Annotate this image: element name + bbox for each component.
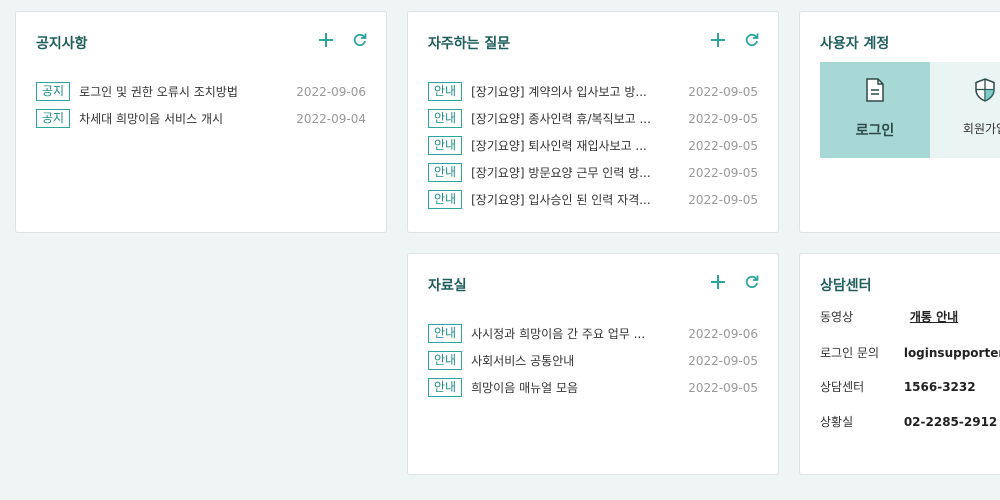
video-row: 동영상 개통 안내	[820, 308, 958, 325]
support-title: 상담센터	[820, 278, 872, 294]
notice-add-button[interactable]	[316, 30, 336, 50]
login-inquiry-row: 로그인 문의 loginsupporter@	[820, 344, 1000, 361]
faq-card: 자주하는 질문 안내 [장기요양] 계약의사 입사보고 방... 2022-09…	[407, 11, 779, 233]
account-tiles: 로그인 회원가입	[820, 62, 1000, 158]
list-item-title[interactable]: 사회서비스 공통안내	[471, 352, 674, 369]
shield-icon	[975, 78, 995, 102]
library-title: 자료실	[428, 278, 467, 294]
list-item[interactable]: 공지 차세대 희망이음 서비스 개시 2022-09-04	[36, 105, 366, 132]
list-item-title[interactable]: [장기요양] 종사인력 휴/복직보고 ...	[471, 110, 674, 127]
faq-list: 안내 [장기요양] 계약의사 입사보고 방... 2022-09-05 안내 […	[428, 78, 758, 213]
list-item-date: 2022-09-05	[688, 138, 758, 153]
login-inquiry-label: 로그인 문의	[820, 346, 880, 360]
list-item[interactable]: 안내 희망이음 매뉴얼 모음 2022-09-05	[428, 374, 758, 401]
list-item-title[interactable]: 희망이음 매뉴얼 모음	[471, 379, 674, 396]
list-item-date: 2022-09-05	[688, 165, 758, 180]
center-label: 상담센터	[820, 380, 865, 394]
notice-title: 공지사항	[36, 36, 88, 52]
plus-icon	[319, 33, 333, 47]
list-item[interactable]: 안내 [장기요양] 퇴사인력 재입사보고 ... 2022-09-05	[428, 132, 758, 159]
list-item-date: 2022-09-05	[688, 192, 758, 207]
faq-refresh-button[interactable]	[742, 30, 762, 50]
list-item-date: 2022-09-06	[296, 84, 366, 99]
library-badge: 안내	[428, 351, 463, 370]
notice-badge: 공지	[36, 109, 71, 128]
library-badge: 안내	[428, 324, 463, 343]
list-item-title[interactable]: [장기요양] 퇴사인력 재입사보고 ...	[471, 137, 674, 154]
list-item-date: 2022-09-04	[296, 111, 366, 126]
refresh-icon	[745, 275, 759, 289]
list-item-title[interactable]: [장기요양] 입사승인 된 인력 자격...	[471, 191, 674, 208]
login-inquiry-email: loginsupporter@	[903, 346, 1000, 360]
center-row: 상담센터 1566-3232	[820, 378, 976, 395]
list-item-title[interactable]: 로그인 및 권한 오류시 조치방법	[79, 83, 282, 100]
join-button[interactable]: 회원가입	[930, 62, 1000, 158]
support-card: 상담센터 동영상 개통 안내 로그인 문의 loginsupporter@ 상담…	[799, 253, 1000, 475]
list-item-title[interactable]: 차세대 희망이음 서비스 개시	[79, 110, 282, 127]
notice-list: 공지 로그인 및 권한 오류시 조치방법 2022-09-06 공지 차세대 희…	[36, 78, 366, 132]
list-item-date: 2022-09-05	[688, 353, 758, 368]
list-item-date: 2022-09-05	[688, 84, 758, 99]
plus-icon	[711, 33, 725, 47]
list-item[interactable]: 안내 [장기요양] 방문요양 근무 인력 방... 2022-09-05	[428, 159, 758, 186]
room-label: 상황실	[820, 415, 854, 429]
list-item[interactable]: 안내 [장기요양] 계약의사 입사보고 방... 2022-09-05	[428, 78, 758, 105]
list-item[interactable]: 안내 사시정과 희망이음 간 주요 업무 ... 2022-09-06	[428, 320, 758, 347]
library-refresh-button[interactable]	[742, 272, 762, 292]
faq-badge: 안내	[428, 109, 463, 128]
list-item-date: 2022-09-05	[688, 380, 758, 395]
login-button[interactable]: 로그인	[820, 62, 930, 158]
notice-badge: 공지	[36, 82, 71, 101]
library-card: 자료실 안내 사시정과 희망이음 간 주요 업무 ... 2022-09-06 …	[407, 253, 779, 475]
account-card: 사용자 계정 로그인 회원가입	[799, 11, 1000, 233]
faq-add-button[interactable]	[708, 30, 728, 50]
list-item[interactable]: 안내 [장기요양] 입사승인 된 인력 자격... 2022-09-05	[428, 186, 758, 213]
library-list: 안내 사시정과 희망이음 간 주요 업무 ... 2022-09-06 안내 사…	[428, 320, 758, 401]
login-label: 로그인	[855, 123, 895, 139]
faq-badge: 안내	[428, 82, 463, 101]
list-item-title[interactable]: [장기요양] 계약의사 입사보고 방...	[471, 83, 674, 100]
list-item-title[interactable]: [장기요양] 방문요양 근무 인력 방...	[471, 164, 674, 181]
center-phone: 1566-3232	[903, 380, 976, 394]
faq-title: 자주하는 질문	[428, 36, 511, 52]
video-label: 동영상	[820, 310, 854, 324]
room-row: 상황실 02-2285-2912	[820, 413, 997, 430]
faq-badge: 안내	[428, 163, 463, 182]
library-add-button[interactable]	[708, 272, 728, 292]
list-item[interactable]: 공지 로그인 및 권한 오류시 조치방법 2022-09-06	[36, 78, 366, 105]
account-title: 사용자 계정	[820, 36, 890, 52]
list-item[interactable]: 안내 [장기요양] 종사인력 휴/복직보고 ... 2022-09-05	[428, 105, 758, 132]
notice-refresh-button[interactable]	[350, 30, 370, 50]
document-icon	[866, 78, 884, 102]
refresh-icon	[353, 33, 367, 47]
notice-card: 공지사항 공지 로그인 및 권한 오류시 조치방법 2022-09-06 공지 …	[15, 11, 387, 233]
list-item-title[interactable]: 사시정과 희망이음 간 주요 업무 ...	[471, 325, 674, 342]
plus-icon	[711, 275, 725, 289]
faq-badge: 안내	[428, 190, 463, 209]
list-item-date: 2022-09-06	[688, 326, 758, 341]
room-phone: 02-2285-2912	[903, 415, 998, 429]
library-badge: 안내	[428, 378, 463, 397]
video-guide-link[interactable]: 개통 안내	[910, 310, 958, 324]
refresh-icon	[745, 33, 759, 47]
faq-badge: 안내	[428, 136, 463, 155]
list-item[interactable]: 안내 사회서비스 공통안내 2022-09-05	[428, 347, 758, 374]
join-label: 회원가입	[962, 122, 1000, 136]
list-item-date: 2022-09-05	[688, 111, 758, 126]
